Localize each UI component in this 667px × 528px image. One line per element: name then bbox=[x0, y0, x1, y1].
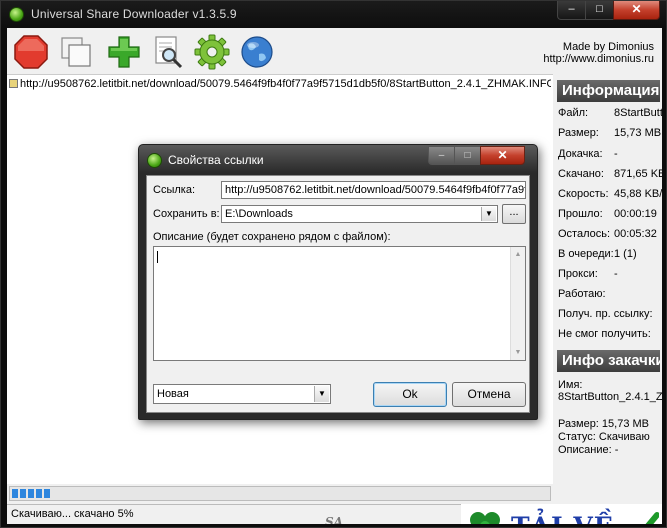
dialog-maximize-button[interactable]: □ bbox=[454, 146, 481, 165]
info-value: 45,88 KB/s bbox=[614, 188, 662, 200]
info-value: 871,65 KB bbox=[614, 168, 662, 180]
author-credit: Made by Dimonius http://www.dimonius.ru bbox=[543, 41, 654, 65]
globe-icon bbox=[241, 36, 273, 68]
list-item[interactable]: http://u9508762.letitbit.net/download/50… bbox=[9, 78, 551, 90]
info-panel: Информация Файл: 8StartButton Размер: 15,7… bbox=[555, 74, 662, 484]
watermark-text: TẢI VỀ bbox=[511, 512, 614, 524]
text-caret bbox=[157, 251, 158, 263]
info-key: Скорость: bbox=[558, 188, 609, 200]
link-properties-dialog: Свойства ссылки – □ ✕ Ссылка: http://u95… bbox=[138, 144, 538, 420]
credit-author: Made by Dimonius bbox=[562, 41, 654, 53]
info-key: Докачка: bbox=[558, 148, 603, 160]
add-button[interactable] bbox=[106, 34, 142, 70]
search-document-icon bbox=[155, 36, 183, 69]
watermark-badge: TẢI VỀ bbox=[461, 504, 662, 524]
sa-logo: SA bbox=[325, 515, 343, 524]
info-value: - bbox=[614, 268, 618, 280]
info-key: Работаю: bbox=[558, 288, 606, 300]
info-header: Информация bbox=[557, 80, 660, 102]
info-key: Прокси: bbox=[558, 268, 598, 280]
description-line: Описание: - bbox=[558, 444, 619, 456]
description-scrollbar[interactable]: ▲ ▼ bbox=[510, 247, 525, 360]
save-to-value: E:\Downloads bbox=[225, 208, 293, 220]
website-button[interactable] bbox=[239, 34, 275, 70]
chevron-down-icon[interactable]: ▼ bbox=[481, 207, 496, 221]
link-field[interactable]: http://u9508762.letitbit.net/download/50… bbox=[221, 181, 526, 199]
info-key: Файл: bbox=[558, 107, 589, 119]
ok-button[interactable]: Ok bbox=[373, 382, 447, 407]
minimize-button[interactable]: – bbox=[557, 1, 586, 20]
cancel-button[interactable]: Отмена bbox=[452, 382, 526, 407]
info-key: Получ. пр. ссылку: bbox=[558, 308, 653, 320]
download-url: http://u9508762.letitbit.net/download/50… bbox=[20, 78, 551, 90]
dialog-close-button[interactable]: ✕ bbox=[480, 146, 525, 165]
dialog-body: Ссылка: http://u9508762.letitbit.net/dow… bbox=[146, 175, 530, 413]
info-row-failed: Не смог получить: bbox=[558, 328, 662, 342]
info-row-speed: Скорость: 45,88 KB/s bbox=[558, 188, 662, 202]
info-row-got-link: Получ. пр. ссылку: bbox=[558, 308, 662, 322]
name-label: Имя: bbox=[558, 379, 583, 391]
settings-button[interactable] bbox=[194, 34, 230, 70]
progress-fill bbox=[12, 489, 51, 498]
link-label: Ссылка: bbox=[153, 184, 195, 196]
info-key: В очереди: bbox=[558, 248, 614, 260]
find-button[interactable] bbox=[150, 34, 186, 70]
gear-icon bbox=[194, 34, 230, 70]
close-button[interactable]: ✕ bbox=[613, 1, 660, 20]
save-to-label: Сохранить в: bbox=[153, 208, 220, 220]
info-value: 8StartButton bbox=[614, 107, 662, 119]
status-dropdown[interactable]: Новая ▼ bbox=[153, 384, 331, 404]
status-text: Скачиваю... скачано 5% bbox=[11, 508, 134, 520]
dialog-icon bbox=[147, 153, 162, 168]
title-bar[interactable]: Universal Share Downloader v1.3.5.9 – □ … bbox=[1, 1, 667, 28]
name-value: 8StartButton_2.4.1_ZHMAK.INFO bbox=[558, 391, 662, 403]
status-value: Новая bbox=[157, 388, 189, 400]
description-textarea[interactable]: ▲ ▼ bbox=[153, 246, 526, 361]
save-to-dropdown[interactable]: E:\Downloads ▼ bbox=[221, 205, 498, 223]
description-label: Описание (будет сохранено рядом с файлом… bbox=[153, 231, 391, 243]
progress-bar bbox=[9, 486, 551, 501]
info-row-queue: В очереди:1 (1) bbox=[558, 248, 662, 262]
chevron-down-icon[interactable]: ▼ bbox=[314, 386, 329, 402]
info-value: 15,73 MB bbox=[614, 127, 662, 139]
copy-button[interactable] bbox=[58, 34, 94, 70]
info-row-file: Файл: 8StartButton bbox=[558, 107, 662, 121]
copy-icon bbox=[61, 37, 91, 67]
checkmark-icon bbox=[645, 512, 659, 524]
download-info-header: Инфо закачки bbox=[557, 350, 660, 372]
maximize-button[interactable]: □ bbox=[585, 1, 614, 20]
dialog-minimize-button[interactable]: – bbox=[428, 146, 455, 165]
info-row-remaining: Осталось: 00:05:32 bbox=[558, 228, 662, 242]
item-checkbox[interactable] bbox=[9, 79, 18, 88]
scroll-down-icon[interactable]: ▼ bbox=[511, 345, 525, 360]
browse-button[interactable]: ... bbox=[502, 204, 526, 224]
info-value: 1 (1) bbox=[614, 248, 637, 260]
info-key: Прошло: bbox=[558, 208, 603, 220]
info-value: 00:00:19 bbox=[614, 208, 657, 220]
clover-icon bbox=[470, 512, 500, 524]
info-row-size: Размер: 15,73 MB bbox=[558, 127, 662, 141]
info-key: Не смог получить: bbox=[558, 328, 651, 340]
window-title: Universal Share Downloader v1.3.5.9 bbox=[31, 7, 237, 21]
info-row-resume: Докачка: - bbox=[558, 148, 662, 162]
credit-website[interactable]: http://www.dimonius.ru bbox=[543, 53, 654, 65]
stop-icon bbox=[14, 35, 48, 69]
info-key: Размер: bbox=[558, 127, 599, 139]
info-row-proxy: Прокси: - bbox=[558, 268, 662, 282]
info-key: Скачано: bbox=[558, 168, 604, 180]
scroll-up-icon[interactable]: ▲ bbox=[511, 247, 525, 262]
info-row-working: Работаю: bbox=[558, 288, 662, 302]
toolbar: Made by Dimonius http://www.dimonius.ru bbox=[7, 28, 662, 74]
add-icon bbox=[108, 36, 140, 68]
app-icon bbox=[9, 7, 24, 22]
size-line: Размер: 15,73 MB bbox=[558, 418, 650, 430]
info-row-elapsed: Прошло: 00:00:19 bbox=[558, 208, 662, 222]
dialog-title: Свойства ссылки bbox=[168, 153, 264, 167]
info-value: 00:05:32 bbox=[614, 228, 657, 240]
status-line: Статус: Скачиваю bbox=[558, 431, 650, 443]
stop-button[interactable] bbox=[13, 34, 49, 70]
info-value: - bbox=[614, 148, 618, 160]
info-row-downloaded: Скачано: 871,65 KB bbox=[558, 168, 662, 182]
info-key: Осталось: bbox=[558, 228, 611, 240]
